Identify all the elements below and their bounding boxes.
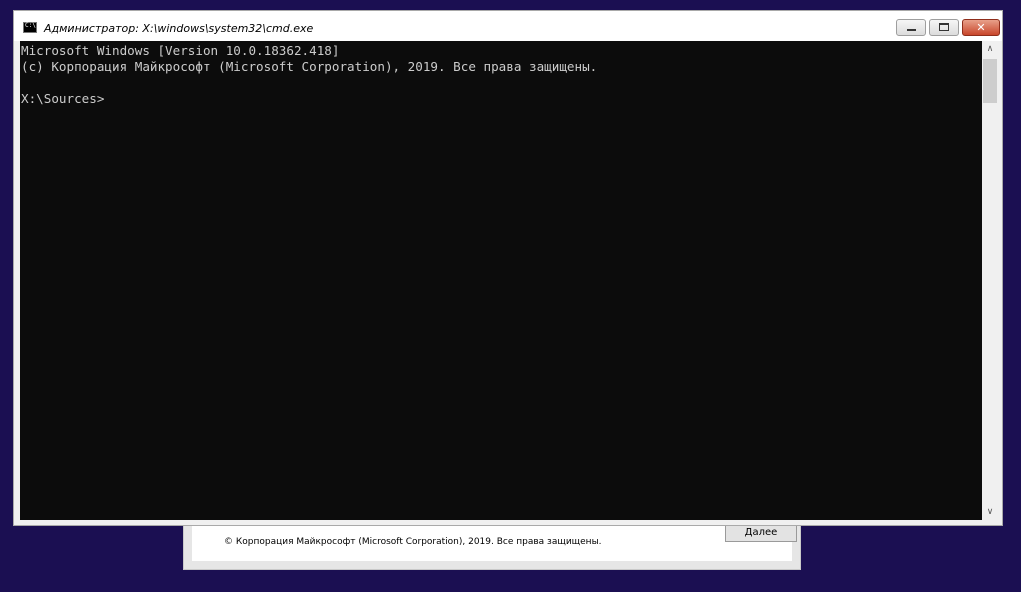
console-output[interactable]: Microsoft Windows [Version 10.0.18362.41… bbox=[20, 41, 982, 520]
minimize-icon bbox=[907, 29, 916, 31]
window-title: Администратор: X:\windows\system32\cmd.e… bbox=[44, 22, 314, 35]
close-icon: ✕ bbox=[976, 21, 986, 34]
chevron-down-icon[interactable]: ∨ bbox=[982, 504, 998, 520]
setup-copyright-text: © Корпорация Майкрософт (Microsoft Corpo… bbox=[224, 537, 602, 547]
next-button[interactable]: Далее bbox=[725, 525, 797, 542]
console-line: (c) Корпорация Майкрософт (Microsoft Cor… bbox=[21, 59, 598, 74]
cmd-window: Администратор: X:\windows\system32\cmd.e… bbox=[13, 10, 1003, 526]
chevron-up-icon[interactable]: ∧ bbox=[982, 41, 998, 57]
console-icon[interactable] bbox=[23, 22, 37, 33]
command-prompt[interactable]: X:\Sources> bbox=[21, 91, 104, 106]
scroll-thumb[interactable] bbox=[983, 59, 997, 103]
vertical-scrollbar[interactable]: ∧ ∨ bbox=[982, 41, 998, 520]
close-button[interactable]: ✕ bbox=[962, 19, 1000, 36]
maximize-button[interactable] bbox=[929, 19, 959, 36]
maximize-icon bbox=[939, 23, 949, 31]
console-line: Microsoft Windows [Version 10.0.18362.41… bbox=[21, 43, 340, 58]
minimize-button[interactable] bbox=[896, 19, 926, 36]
title-bar[interactable]: Администратор: X:\windows\system32\cmd.e… bbox=[14, 11, 1002, 41]
next-button-label: алее bbox=[752, 527, 778, 538]
